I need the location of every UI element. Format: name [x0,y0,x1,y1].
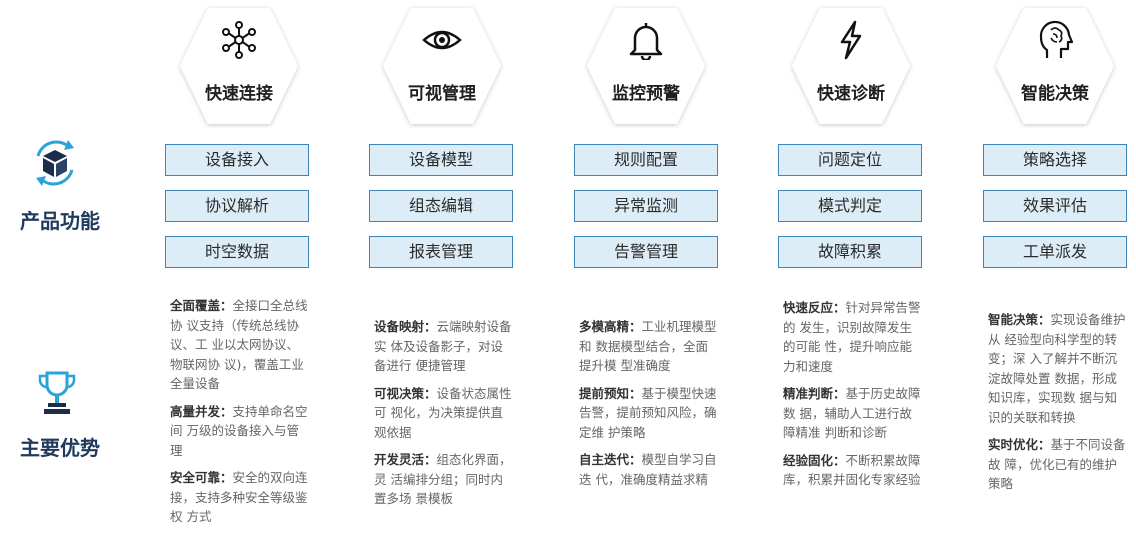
hexagon-card-intelligent-decision: 智能决策 [992,4,1118,128]
advantage-item: 快速反应：针对异常告警的 发生，识别故障发生的可能 性，提升响应能力和速度 [783,300,921,374]
feature-button-spatiotemporal-data[interactable]: 时空数据 [165,236,309,268]
column-title: 快速诊断 [817,84,885,104]
network-icon [219,20,259,60]
feature-button-device-access[interactable]: 设备接入 [165,144,309,176]
feature-button-device-model[interactable]: 设备模型 [369,144,513,176]
advantage-item: 提前预知：基于模型快速告警，提前预知风险，确定维 护策略 [579,385,717,440]
brain-head-icon [1035,20,1075,60]
features-cube-icon [28,136,82,190]
column-title: 监控预警 [612,84,680,104]
product-features-label: 产品功能 [20,209,100,233]
hexagon-card-quick-connect: 快速连接 [176,4,302,128]
feature-button-rule-config[interactable]: 规则配置 [574,144,718,176]
feature-button-config-editor[interactable]: 组态编辑 [369,190,513,222]
advantages-list: 智能决策：实现设备维护从 经验型向科学型的转变；深 入了解并不断沉淀故障处置 数… [988,310,1128,502]
feature-button-strategy-selection[interactable]: 策略选择 [983,144,1127,176]
advantages-list: 快速反应：针对异常告警的 发生，识别故障发生的可能 性，提升响应能力和速度 精准… [783,298,923,498]
advantages-list: 设备映射：云端映射设备实 体及设备影子，对设备进行 便捷管理 可视决策：设备状态… [374,317,514,517]
advantage-item: 可视决策：设备状态属性可 视化，为决策提供直观依据 [374,385,512,440]
hexagon-card-quick-diagnosis: 快速诊断 [788,4,914,128]
column-title: 智能决策 [1021,84,1089,104]
hexagon-card-visual-management: 可视管理 [379,4,505,128]
feature-button-work-order-dispatch[interactable]: 工单派发 [983,236,1127,268]
lightning-icon [831,20,871,60]
main-advantages-label: 主要优势 [20,436,100,460]
advantage-item: 自主迭代：模型自学习自迭 代，准确度精益求精 [579,452,717,487]
advantage-item: 精准判断：基于历史故障数 据，辅助人工进行故障精准 判断和诊断 [783,386,921,440]
advantage-item: 全面覆盖：全接口全总线协 议支持（传统总线协议、工 业以太网协议、物联网协 议)… [170,298,308,391]
column-title: 快速连接 [205,84,273,104]
advantage-item: 安全可靠：安全的双向连 接，支持多种安全等级鉴权 方式 [170,470,308,524]
advantage-item: 开发灵活：组态化界面，灵 活编排分组；同时内置多场 景模板 [374,452,512,506]
hexagon-card-monitoring-alert: 监控预警 [583,4,709,128]
advantage-item: 经验固化：不断积累故障 库，积累并固化专家经验 [783,452,921,488]
advantages-list: 多模高精：工业机理模型和 数据模型结合，全面提升模 型准确度 提前预知：基于模型… [579,317,719,497]
advantage-item: 多模高精：工业机理模型和 数据模型结合，全面提升模 型准确度 [579,319,717,373]
trophy-icon [36,370,78,416]
feature-button-issue-location[interactable]: 问题定位 [778,144,922,176]
feature-button-alert-management[interactable]: 告警管理 [574,236,718,268]
column-title: 可视管理 [408,84,476,104]
feature-button-effect-evaluation[interactable]: 效果评估 [983,190,1127,222]
bell-icon [626,20,666,62]
feature-button-fault-accumulation[interactable]: 故障积累 [778,236,922,268]
feature-button-anomaly-monitor[interactable]: 异常监测 [574,190,718,222]
eye-icon [422,20,462,60]
feature-button-report-management[interactable]: 报表管理 [369,236,513,268]
feature-button-protocol-parsing[interactable]: 协议解析 [165,190,309,222]
advantage-item: 智能决策：实现设备维护从 经验型向科学型的转变；深 入了解并不断沉淀故障处置 数… [988,312,1126,425]
advantage-item: 高量并发：支持单命名空间 万级的设备接入与管理 [170,403,308,458]
advantage-item: 设备映射：云端映射设备实 体及设备影子，对设备进行 便捷管理 [374,319,512,373]
advantage-item: 实时优化：基于不同设备故 障，优化已有的维护策略 [988,437,1126,491]
advantages-list: 全面覆盖：全接口全总线协 议支持（传统总线协议、工 业以太网协议、物联网协 议)… [170,296,308,535]
feature-button-pattern-judgment[interactable]: 模式判定 [778,190,922,222]
